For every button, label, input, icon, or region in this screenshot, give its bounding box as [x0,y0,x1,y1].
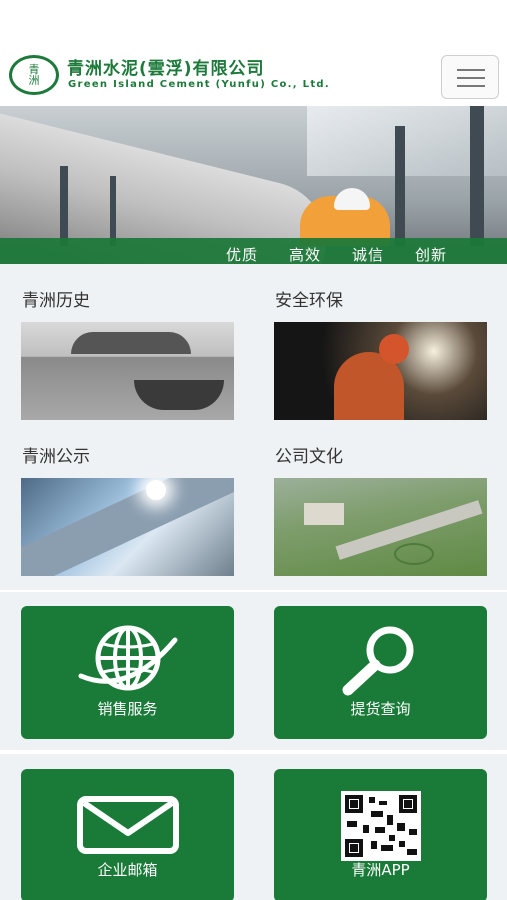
notice-thumbnail[interactable] [21,478,234,576]
hero-slogan-bar: 优质 高效 诚信 创新 [0,238,507,264]
safety-thumbnail[interactable] [274,322,487,420]
service-tiles: 销售服务 提货查询 企业邮箱 青洲APP [0,592,507,900]
hero-banner: 优质 高效 诚信 创新 [0,106,507,264]
company-app-button[interactable]: 青洲APP [274,769,487,900]
history-thumbnail[interactable] [21,322,234,420]
section-title-safety[interactable]: 安全环保 [275,286,343,311]
section-title-history[interactable]: 青洲历史 [22,286,90,311]
envelope-icon [77,796,179,854]
building-shape [304,503,344,525]
slogan-tag: 优质 [226,246,259,264]
company-logo[interactable]: 青洲 [9,55,59,95]
pipe-shape [21,478,234,576]
lawn-emblem-shape [394,543,434,565]
culture-thumbnail[interactable] [274,478,487,576]
hero-beam [470,106,484,246]
company-mail-label: 企业邮箱 [97,861,158,879]
company-name-en: Green Island Cement (Yunfu) Co., Ltd. [68,79,330,90]
info-gallery: 青洲历史 安全环保 青洲公示 公司文化 [0,264,507,590]
welding-mask-shape [379,334,409,364]
sun-shape [146,480,166,500]
hero-beam [60,166,68,246]
hero-beam [110,176,116,246]
hero-beam [395,126,405,246]
sales-service-label: 销售服务 [97,700,158,718]
section-title-culture[interactable]: 公司文化 [275,442,343,467]
logo-mark-text: 青洲 [28,63,40,87]
delivery-query-button[interactable]: 提货查询 [274,606,487,739]
sales-service-button[interactable]: 销售服务 [21,606,234,739]
slogan-tag: 诚信 [352,246,385,264]
menu-button[interactable] [441,55,499,99]
tile-row-divider [0,750,507,754]
section-title-notice[interactable]: 青洲公示 [22,442,90,467]
hero-worker-helmet [334,188,370,210]
slogan-tag: 创新 [415,246,448,264]
company-mail-button[interactable]: 企业邮箱 [21,769,234,900]
site-header: 青洲 青洲水泥(雲浮)有限公司 Green Island Cement (Yun… [0,52,507,106]
delivery-query-label: 提货查询 [350,700,411,718]
boat-shape [134,380,224,410]
slogan-tag: 高效 [289,246,322,264]
qr-code-icon [341,791,421,861]
magnifier-icon [342,626,414,696]
globe-icon [78,625,178,691]
island-shape [71,332,191,354]
company-app-label: 青洲APP [351,861,410,879]
company-name-cn: 青洲水泥(雲浮)有限公司 [67,59,265,79]
